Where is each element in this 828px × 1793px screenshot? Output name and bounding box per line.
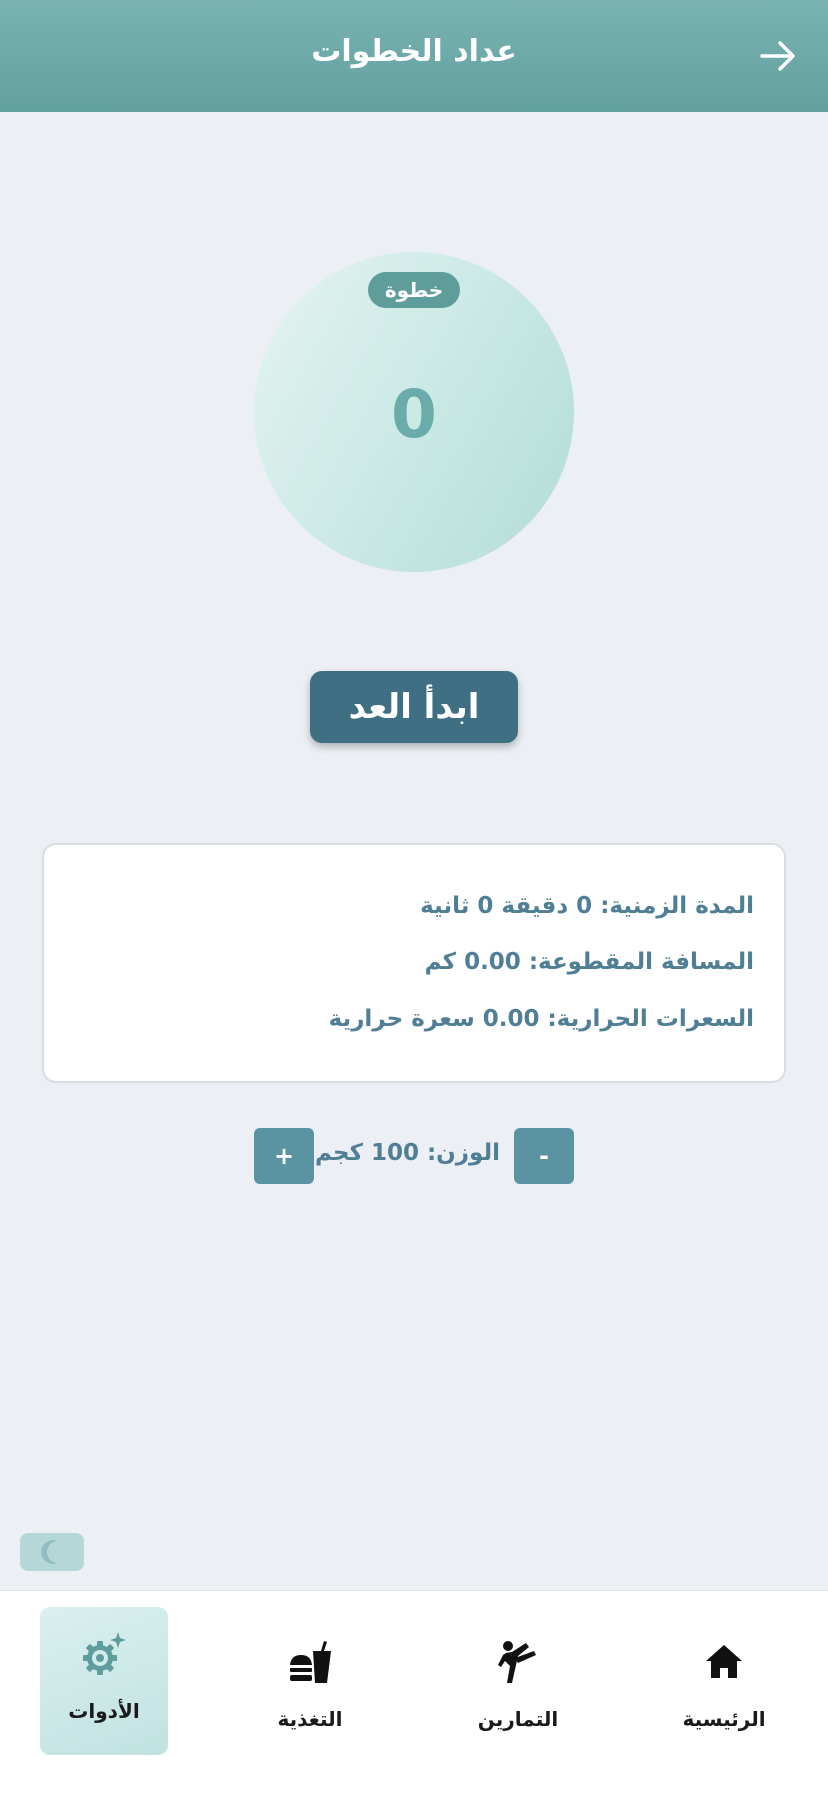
page-title: عداد الخطوات bbox=[311, 34, 517, 69]
step-count-value: 0 bbox=[391, 376, 437, 453]
bottom-navigation: الرئيسية التمارين التغذية الأدوات bbox=[0, 1590, 828, 1793]
nav-item-exercises[interactable]: التمارين bbox=[454, 1607, 582, 1755]
distance-stat: المسافة المقطوعة: 0.00 كم bbox=[424, 949, 754, 975]
app-header: عداد الخطوات bbox=[0, 0, 828, 112]
step-unit-badge: خطوة bbox=[368, 272, 460, 308]
settings-sparkle-icon bbox=[83, 1632, 126, 1675]
moon-icon bbox=[41, 1540, 58, 1564]
fastfood-icon bbox=[290, 1641, 331, 1683]
stats-card: المدة الزمنية: 0 دقيقة 0 ثانية المسافة ا… bbox=[42, 843, 786, 1083]
nav-label-home: الرئيسية bbox=[682, 1707, 766, 1731]
home-icon bbox=[706, 1645, 742, 1678]
weight-decrease-button[interactable]: - bbox=[514, 1128, 574, 1184]
nav-label-exercises: التمارين bbox=[477, 1707, 559, 1731]
start-counting-button[interactable]: ابدأ العد bbox=[310, 671, 518, 743]
weight-increase-button[interactable]: + bbox=[254, 1128, 314, 1184]
nav-item-home[interactable]: الرئيسية bbox=[660, 1607, 788, 1755]
arrow-right-icon bbox=[760, 41, 795, 71]
back-button[interactable] bbox=[758, 36, 798, 76]
kick-icon bbox=[498, 1641, 536, 1683]
weight-label: الوزن: 100 كجم bbox=[314, 1140, 500, 1166]
nav-label-tools: الأدوات bbox=[68, 1699, 140, 1723]
theme-toggle-button[interactable] bbox=[20, 1533, 84, 1571]
nav-label-nutrition: التغذية bbox=[277, 1707, 343, 1731]
calories-stat: السعرات الحرارية: 0.00 سعرة حرارية bbox=[328, 1006, 754, 1032]
nav-item-tools[interactable]: الأدوات bbox=[40, 1607, 168, 1755]
nav-item-nutrition[interactable]: التغذية bbox=[246, 1607, 374, 1755]
duration-stat: المدة الزمنية: 0 دقيقة 0 ثانية bbox=[420, 893, 754, 919]
